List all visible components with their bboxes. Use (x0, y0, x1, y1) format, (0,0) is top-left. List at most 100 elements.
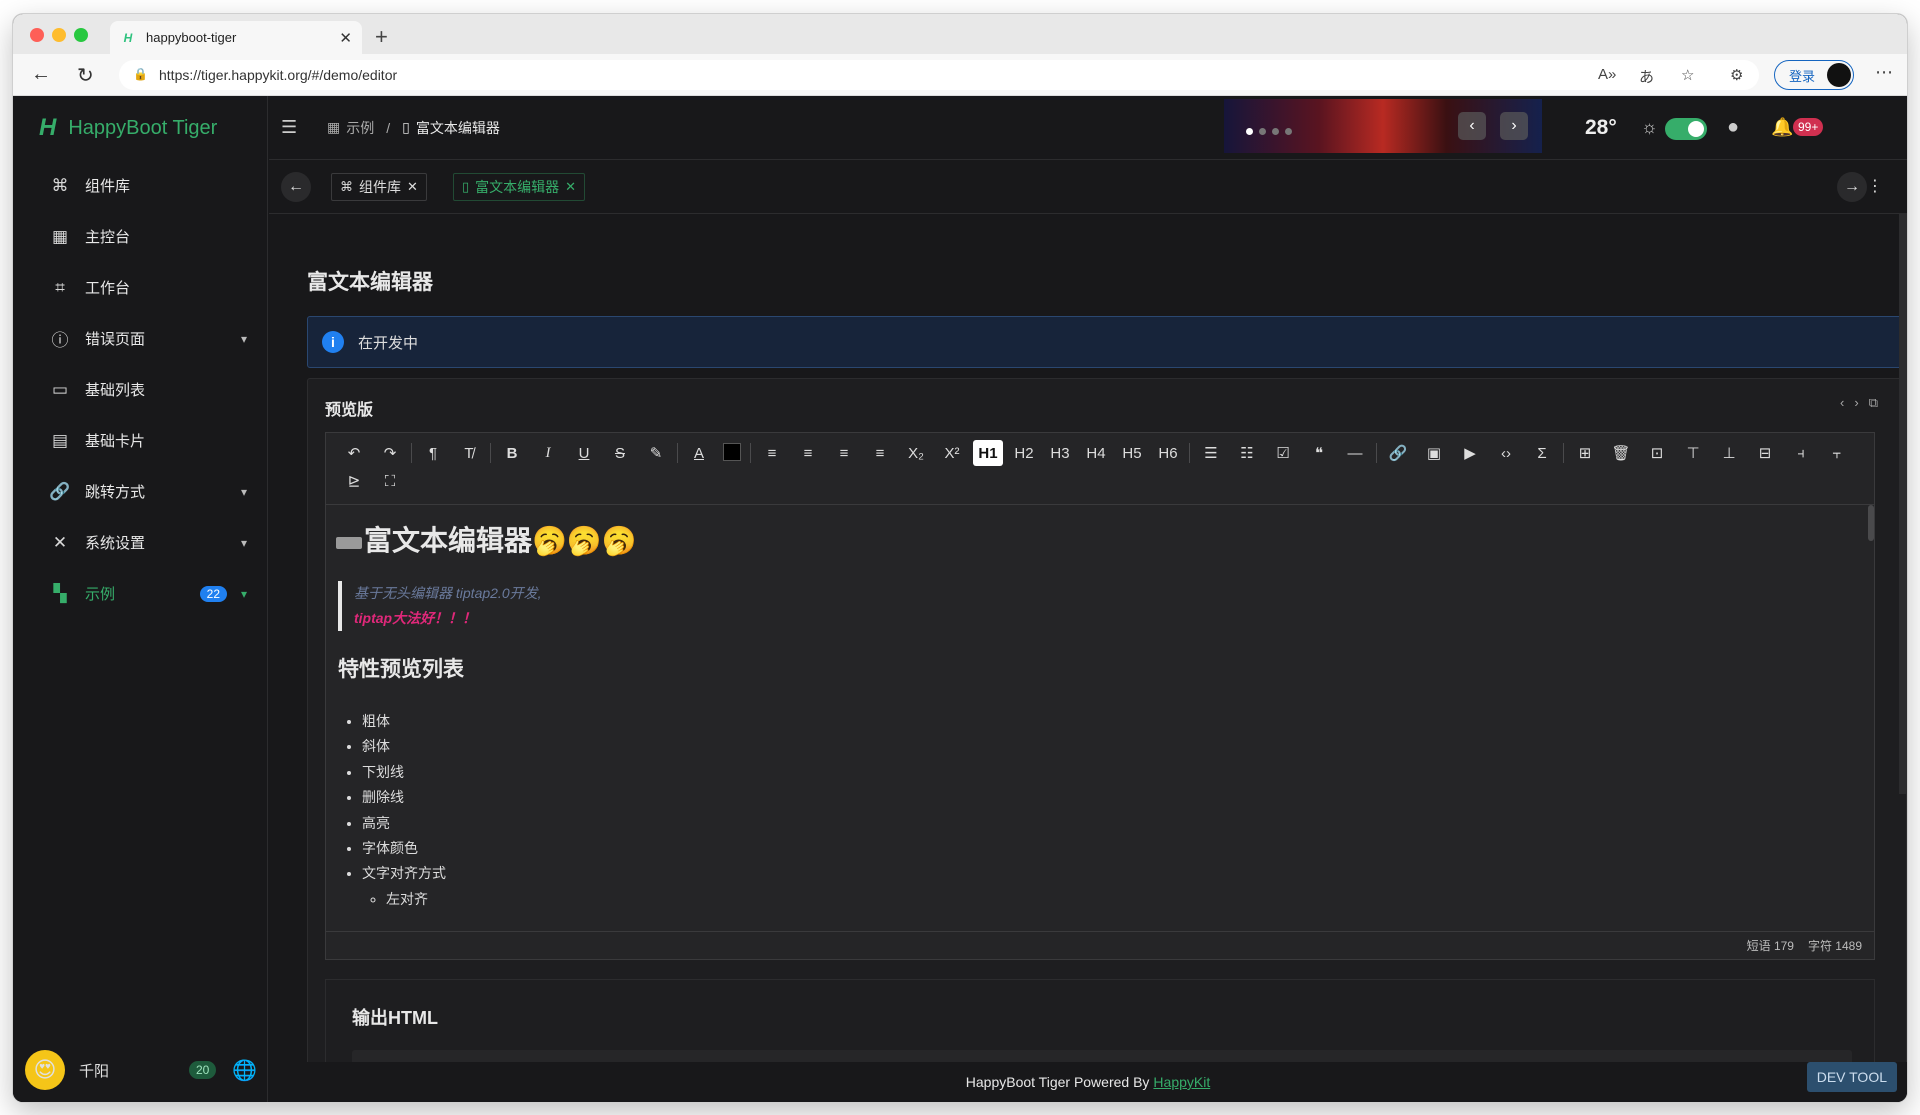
highlight-icon[interactable]: ✎ (641, 440, 671, 466)
add-row-before-icon[interactable]: ⊤ (1678, 440, 1708, 466)
paragraph-icon[interactable]: ¶ (418, 440, 448, 466)
strikethrough-icon[interactable]: S (605, 440, 635, 466)
login-button[interactable]: 登录 (1774, 60, 1854, 90)
translate-icon[interactable]: あ (1639, 66, 1654, 87)
collapse-sidebar-icon[interactable]: ☰ (281, 117, 297, 138)
align-left-icon[interactable]: ≡ (757, 440, 787, 466)
user-count-badge: 20 (189, 1061, 217, 1079)
close-icon[interactable]: ✕ (565, 179, 576, 195)
redo-icon[interactable]: ↷ (375, 440, 405, 466)
copy-icon[interactable]: ⧉ (1869, 395, 1888, 410)
align-justify-icon[interactable]: ≡ (865, 440, 895, 466)
tab-rich-text-editor[interactable]: ▯ 富文本编辑器 ✕ (453, 173, 586, 201)
code-view-icon[interactable]: ‹› (1840, 395, 1869, 410)
close-window-button[interactable] (30, 28, 44, 42)
tabs-scroll-right-icon[interactable]: → (1837, 172, 1867, 202)
font-color-icon[interactable]: A (684, 440, 714, 466)
sidebar-item-basic-card[interactable]: ▤ 基础卡片 (13, 415, 267, 466)
dark-mode-toggle[interactable] (1665, 118, 1707, 140)
sidebar-item-workbench[interactable]: ⌗ 工作台 (13, 262, 267, 313)
sidebar-item-dashboard[interactable]: ▦ 主控台 (13, 211, 267, 262)
tabs-scroll-left-icon[interactable]: ← (281, 172, 311, 202)
extensions-icon[interactable]: ⚙ (1730, 66, 1743, 84)
carousel-dot[interactable] (1246, 128, 1253, 135)
merge-cells-icon[interactable]: ⊡ (1642, 440, 1672, 466)
sidebar-item-error-pages[interactable]: ⓘ 错误页面 ▾ (13, 313, 267, 364)
ordered-list-icon[interactable]: ☷ (1232, 440, 1262, 466)
carousel-dot[interactable] (1259, 128, 1266, 135)
superscript-icon[interactable]: X² (937, 440, 967, 466)
color-swatch[interactable] (723, 443, 741, 461)
carousel-next-icon[interactable]: › (1500, 112, 1528, 140)
sidebar-item-navigation[interactable]: 🔗 跳转方式 ▾ (13, 466, 267, 517)
reload-icon[interactable]: ↻ (77, 63, 94, 88)
heading-6-icon[interactable]: H6 (1153, 440, 1183, 466)
page-scrollbar[interactable] (1899, 214, 1907, 794)
carousel-prev-icon[interactable]: ‹ (1458, 112, 1486, 140)
github-icon[interactable]: ● (1727, 116, 1739, 139)
format-painter-icon[interactable]: ⊵ (339, 468, 369, 494)
delete-row-icon[interactable]: ⊟ (1750, 440, 1780, 466)
fullscreen-icon[interactable]: ⛶ (375, 468, 405, 494)
italic-icon[interactable]: I (533, 440, 563, 466)
image-icon[interactable]: ▣ (1419, 440, 1449, 466)
close-icon[interactable]: ✕ (407, 179, 418, 195)
heading-2-icon[interactable]: H2 (1009, 440, 1039, 466)
heading-4-icon[interactable]: H4 (1081, 440, 1111, 466)
table-icon[interactable]: ⊞ (1570, 440, 1600, 466)
user-panel[interactable]: 😍 千阳 20 🌐 (13, 1038, 268, 1102)
carousel-dot[interactable] (1285, 128, 1292, 135)
read-aloud-icon[interactable]: A» (1598, 66, 1616, 83)
footer: HappyBoot Tiger Powered By HappyKit (269, 1062, 1907, 1102)
tabs-more-icon[interactable]: ⋮ (1867, 176, 1883, 196)
browser-tab[interactable]: H happyboot-tiger ✕ (110, 21, 362, 54)
dev-tool-button[interactable]: DEV TOOL (1806, 1062, 1897, 1092)
editor-scrollbar[interactable] (1868, 505, 1874, 541)
clear-format-icon[interactable]: T̸ (454, 440, 484, 466)
breadcrumb-item[interactable]: 示例 (346, 118, 374, 138)
more-menu-icon[interactable]: ⋯ (1875, 62, 1893, 83)
link-icon[interactable]: 🔗 (1383, 440, 1413, 466)
bell-icon[interactable]: 🔔 (1771, 117, 1793, 138)
add-column-icon[interactable]: ⫞ (1786, 440, 1816, 466)
delete-column-icon[interactable]: ⫟ (1822, 440, 1852, 466)
close-tab-icon[interactable]: ✕ (339, 29, 352, 47)
delete-table-icon[interactable]: 🗑 (1606, 440, 1636, 466)
align-center-icon[interactable]: ≡ (793, 440, 823, 466)
sidebar-item-basic-list[interactable]: ▭ 基础列表 (13, 364, 267, 415)
horizontal-rule-icon[interactable]: — (1340, 440, 1370, 466)
task-list-icon[interactable]: ☑ (1268, 440, 1298, 466)
carousel-dot[interactable] (1272, 128, 1279, 135)
video-icon[interactable]: ▶ (1455, 440, 1485, 466)
globe-icon[interactable]: 🌐 (232, 1058, 257, 1083)
heading-3-icon[interactable]: H3 (1045, 440, 1075, 466)
heading-1-icon[interactable]: H1 (973, 440, 1003, 466)
alert-text: 在开发中 (358, 334, 419, 352)
editor-document[interactable]: 富文本编辑器🥱🥱🥱 基于无头编辑器 tiptap2.0开发, tiptap大法好… (326, 505, 1874, 933)
header-banner-carousel[interactable]: ‹ › (1224, 99, 1542, 153)
add-row-after-icon[interactable]: ⊥ (1714, 440, 1744, 466)
heading-5-icon[interactable]: H5 (1117, 440, 1147, 466)
code-icon[interactable]: ‹› (1491, 440, 1521, 466)
brand[interactable]: H HappyBoot Tiger (13, 96, 267, 160)
underline-icon[interactable]: U (569, 440, 599, 466)
favorite-star-icon[interactable]: ☆ (1681, 66, 1694, 84)
sidebar-item-components[interactable]: ⌘ 组件库 (13, 160, 267, 211)
sidebar-item-examples[interactable]: ▚ 示例 22 ▾ (13, 568, 267, 619)
sidebar-item-settings[interactable]: ✕ 系统设置 ▾ (13, 517, 267, 568)
address-bar[interactable]: 🔒 https://tiger.happykit.org/#/demo/edit… (119, 60, 1759, 90)
minimize-window-button[interactable] (52, 28, 66, 42)
undo-icon[interactable]: ↶ (339, 440, 369, 466)
blockquote-icon[interactable]: ❝ (1304, 440, 1334, 466)
tab-components[interactable]: ⌘ 组件库 ✕ (331, 173, 427, 201)
subscript-icon[interactable]: X₂ (901, 440, 931, 466)
maximize-window-button[interactable] (74, 28, 88, 42)
new-tab-icon[interactable]: + (375, 24, 388, 50)
bullet-list-icon[interactable]: ☰ (1196, 440, 1226, 466)
back-arrow-icon[interactable]: ← (31, 63, 51, 86)
app-header: ☰ ▦ 示例 / ▯ 富文本编辑器 ‹ › 28° ☼ ● 🔔 99+ 😍 (269, 96, 1907, 160)
align-right-icon[interactable]: ≡ (829, 440, 859, 466)
footer-link[interactable]: HappyKit (1153, 1074, 1210, 1090)
bold-icon[interactable]: B (497, 440, 527, 466)
formula-icon[interactable]: Σ (1527, 440, 1557, 466)
